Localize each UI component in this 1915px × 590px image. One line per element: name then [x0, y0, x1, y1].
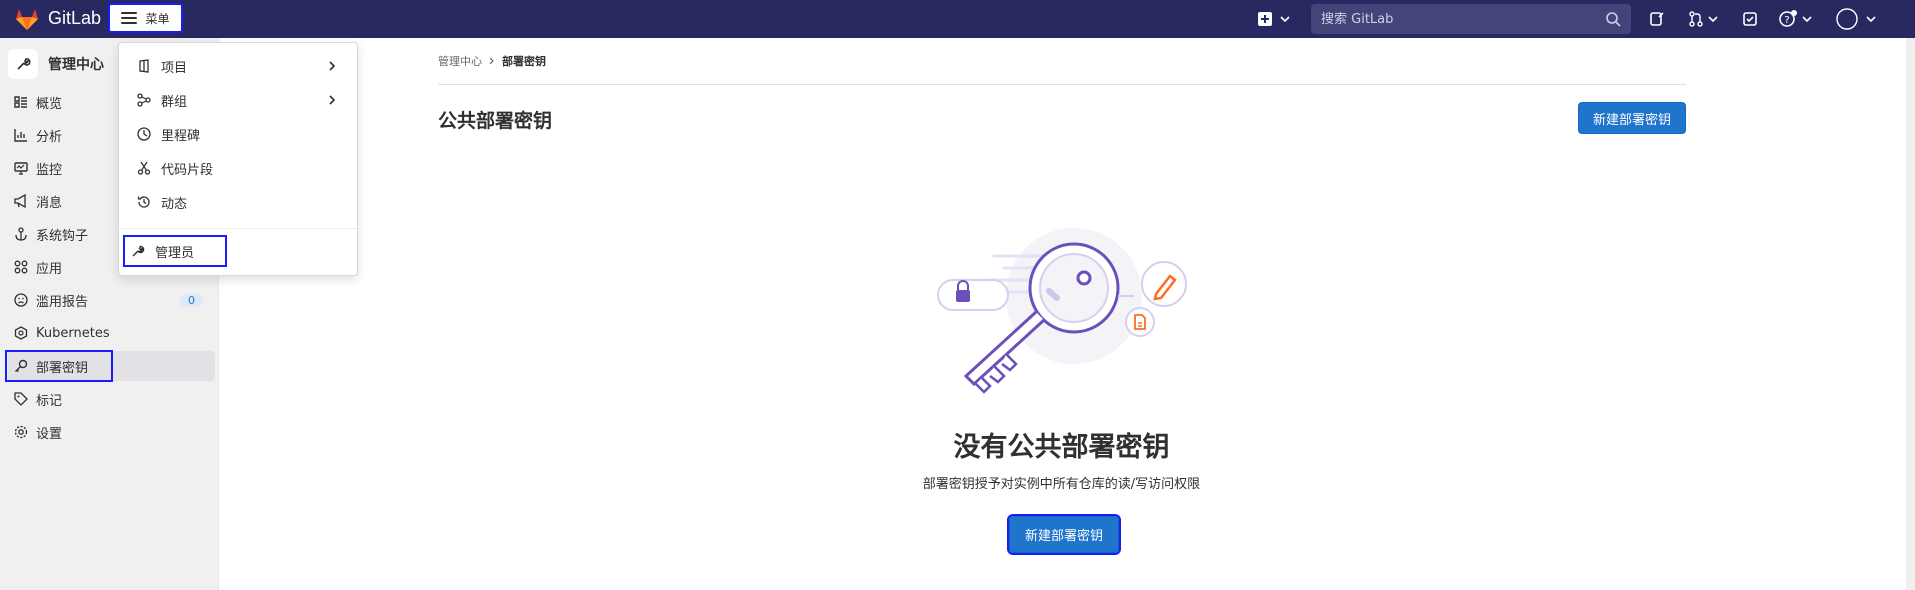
scrollbar[interactable] — [1906, 38, 1915, 590]
menu-item-groups[interactable]: 群组 — [131, 85, 351, 115]
menu-item-label: 里程碑 — [161, 128, 201, 144]
gitlab-logo-icon[interactable] — [14, 6, 40, 32]
chart-icon — [14, 129, 27, 142]
history-icon — [137, 196, 150, 208]
top-navbar: GitLab 菜单 搜索 GitLab ? — [0, 0, 1915, 38]
label-icon — [14, 392, 28, 406]
wrench-icon — [8, 49, 38, 79]
breadcrumb-parent[interactable]: 管理中心 — [438, 53, 482, 69]
chevron-down-icon — [1280, 16, 1290, 23]
monitor-icon — [14, 162, 28, 175]
menu-item-label: 动态 — [161, 196, 188, 212]
plus-square-icon — [1258, 12, 1272, 26]
sidebar-item-labels[interactable]: 标记 — [8, 384, 215, 414]
snippet-icon — [137, 161, 151, 175]
help-dropdown[interactable]: ? — [1778, 8, 1814, 30]
search-box[interactable] — [1311, 4, 1631, 34]
abuse-icon — [14, 293, 28, 307]
menu-item-activity[interactable]: 动态 — [131, 187, 351, 217]
group-icon — [137, 93, 151, 107]
menu-item-label: 管理员 — [155, 245, 195, 261]
merge-requests-dropdown[interactable] — [1688, 8, 1720, 30]
sidebar-item-label: 标记 — [36, 393, 63, 409]
menu-label: 菜单 — [145, 11, 170, 26]
menu-divider — [119, 228, 357, 229]
search-input[interactable] — [1321, 11, 1601, 27]
main-menu-dropdown: 项目 群组 里程碑 代码片段 动态 管理员 — [118, 42, 358, 276]
page-title: 公共部署密钥 — [438, 110, 553, 132]
menu-button[interactable]: 菜单 — [108, 3, 183, 33]
chevron-right-icon — [489, 57, 494, 65]
avatar-icon — [1836, 8, 1858, 30]
clock-icon — [137, 127, 151, 141]
sidebar-header[interactable]: 管理中心 — [8, 49, 104, 79]
chevron-right-icon — [329, 61, 336, 71]
search-icon — [1606, 12, 1621, 27]
new-item-dropdown[interactable] — [1258, 8, 1292, 30]
wrench-icon — [132, 245, 145, 257]
deploy-key-illustration — [937, 228, 1187, 394]
breadcrumb-current[interactable]: 部署密钥 — [502, 53, 546, 69]
count-badge: 0 — [180, 293, 203, 307]
todo-icon[interactable] — [1742, 8, 1758, 30]
menu-item-label: 群组 — [161, 94, 188, 110]
brand-name[interactable]: GitLab — [48, 8, 101, 29]
menu-item-label: 项目 — [161, 60, 188, 76]
highlight-box — [5, 350, 113, 382]
hamburger-icon — [121, 12, 138, 24]
menu-item-admin[interactable]: 管理员 — [123, 235, 227, 267]
merge-request-icon — [1689, 11, 1703, 27]
svg-text:?: ? — [1784, 15, 1789, 26]
apps-icon — [14, 260, 28, 274]
sidebar-item-label: Kubernetes — [36, 325, 110, 341]
chevron-down-icon — [1866, 16, 1876, 23]
user-menu-dropdown[interactable] — [1836, 8, 1878, 30]
menu-item-projects[interactable]: 项目 — [131, 51, 351, 81]
issues-icon[interactable] — [1649, 8, 1665, 30]
new-deploy-key-button[interactable]: 新建部署密钥 — [1578, 102, 1686, 134]
bullhorn-icon — [14, 194, 26, 208]
overview-icon — [14, 96, 27, 108]
chevron-down-icon — [1708, 16, 1718, 23]
help-icon: ? — [1779, 10, 1797, 27]
project-icon — [139, 59, 149, 73]
sidebar-item-abuse-reports[interactable]: 滥用报告 0 — [8, 285, 215, 315]
anchor-icon — [15, 227, 27, 241]
menu-item-snippets[interactable]: 代码片段 — [131, 153, 351, 183]
sidebar-item-label: 滥用报告 — [36, 294, 89, 310]
breadcrumb: 管理中心 部署密钥 — [438, 53, 546, 69]
chevron-right-icon — [329, 95, 336, 105]
sidebar-title: 管理中心 — [48, 57, 104, 73]
kubernetes-icon — [14, 326, 28, 340]
menu-item-label: 代码片段 — [161, 162, 214, 178]
empty-state-description: 部署密钥授予对实例中所有仓库的读/写访问权限 — [922, 477, 1201, 492]
empty-state-title: 没有公共部署密钥 — [953, 432, 1170, 463]
menu-item-milestones[interactable]: 里程碑 — [131, 119, 351, 149]
divider — [438, 84, 1686, 85]
sidebar-item-kubernetes[interactable]: Kubernetes — [8, 318, 215, 348]
chevron-down-icon — [1802, 16, 1812, 23]
empty-state-new-deploy-key-button[interactable]: 新建部署密钥 — [1007, 514, 1121, 555]
